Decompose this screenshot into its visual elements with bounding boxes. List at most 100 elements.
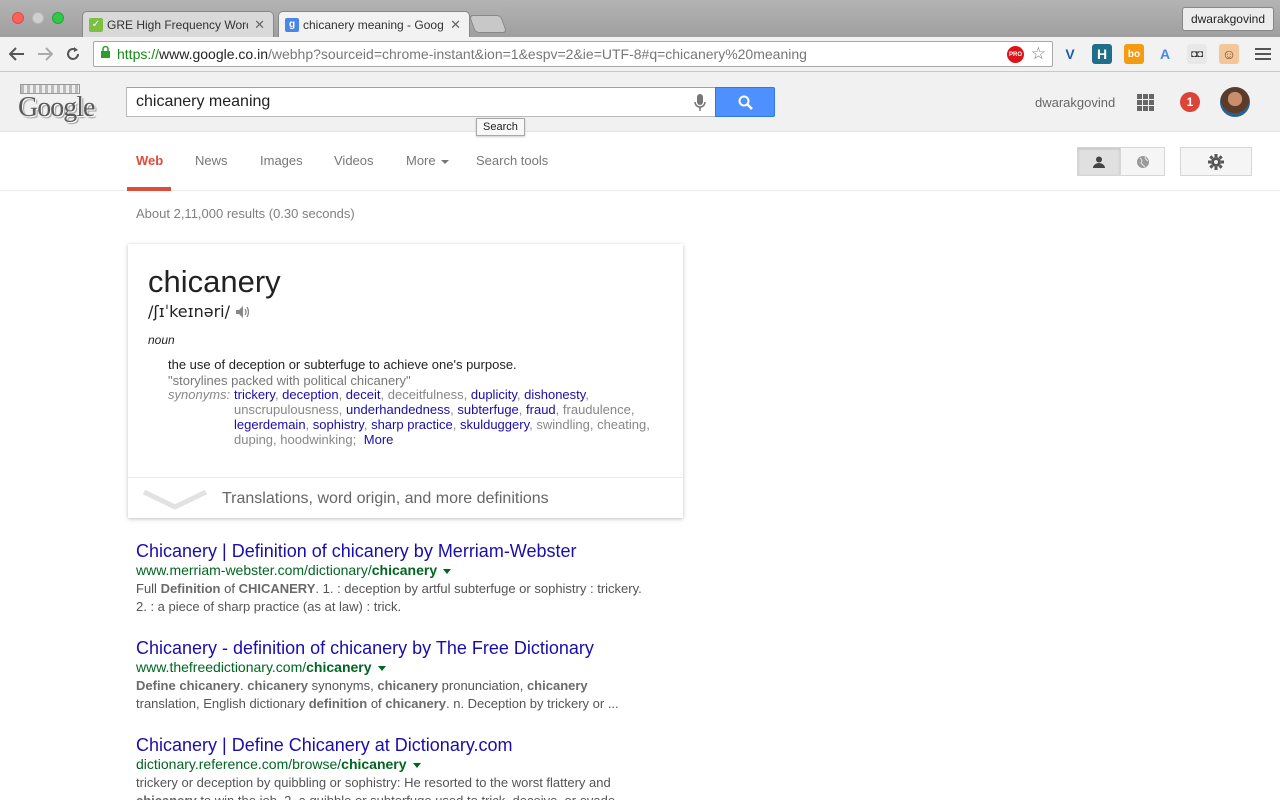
address-bar[interactable]: https://www.google.co.in/webhp?sourceid=… — [93, 41, 1053, 67]
tab-web[interactable]: Web — [136, 153, 163, 168]
browser-tab-gre[interactable]: ✓ GRE High Frequency Word ✕ — [82, 11, 274, 37]
search-button[interactable] — [715, 87, 775, 117]
url-path: /webhp?sourceid=chrome-instant&ion=1&esp… — [267, 46, 807, 62]
pro-extension-icon[interactable]: PRO — [1007, 46, 1024, 63]
url-menu-caret-icon[interactable] — [412, 762, 421, 768]
more-synonyms-link[interactable]: More — [364, 432, 394, 447]
synonym-link[interactable]: fraud — [526, 402, 556, 417]
notifications-badge[interactable]: 1 — [1180, 92, 1200, 112]
part-of-speech: noun — [148, 333, 175, 347]
synonym-text: fraudulence — [562, 402, 631, 417]
result-url: www.merriam-webster.com/dictionary/chica… — [136, 562, 696, 579]
face-ext-icon[interactable]: ☺ — [1219, 44, 1239, 64]
glasses-ext-icon[interactable]: ◘◘ — [1187, 44, 1207, 64]
synonyms-label: synonyms: — [168, 387, 231, 402]
avatar[interactable] — [1220, 87, 1250, 117]
synonym-link[interactable]: duplicity — [471, 387, 517, 402]
window-minimize-button[interactable] — [32, 12, 44, 24]
browser-tab-google[interactable]: g chicanery meaning - Googl ✕ — [278, 11, 470, 37]
settings-button[interactable] — [1180, 147, 1252, 176]
translate-ext-icon[interactable]: A — [1155, 44, 1175, 64]
synonym-text: swindling — [536, 417, 590, 432]
usage-example: "storylines packed with political chican… — [168, 373, 411, 388]
globe-icon — [1136, 155, 1149, 168]
person-icon — [1093, 156, 1105, 168]
result-url: www.thefreedictionary.com/chicanery — [136, 659, 696, 676]
url-host: www.google.co.in — [159, 46, 268, 62]
synonym-link[interactable]: skulduggery — [460, 417, 529, 432]
chrome-menu-icon[interactable] — [1255, 45, 1271, 61]
search-result: Chicanery | Define Chicanery at Dictiona… — [136, 734, 696, 800]
back-arrow-icon — [9, 47, 24, 61]
synonym-link[interactable]: dishonesty — [524, 387, 585, 402]
google-favicon-icon: g — [285, 17, 299, 32]
synonym-text: deceitfulness — [387, 387, 464, 402]
search-result: Chicanery - definition of chicanery by T… — [136, 637, 696, 713]
new-tab-button[interactable] — [468, 15, 508, 33]
result-title-link[interactable]: Chicanery | Define Chicanery at Dictiona… — [136, 734, 696, 756]
browser-toolbar: https://www.google.co.in/webhp?sourceid=… — [0, 37, 1280, 72]
reload-icon — [67, 47, 79, 60]
synonym-text: cheating — [597, 417, 647, 432]
tab-close-icon[interactable]: ✕ — [450, 17, 461, 33]
synonyms: synonyms: trickery, deception, deceit, d… — [168, 387, 668, 447]
result-title-link[interactable]: Chicanery | Definition of chicanery by M… — [136, 540, 696, 562]
apps-grid-icon[interactable] — [1137, 94, 1154, 111]
tab-more[interactable]: More — [406, 153, 449, 168]
search-query: chicanery meaning — [136, 93, 271, 110]
google-doodle-logo[interactable]: Google — [16, 84, 102, 124]
synonym-link[interactable]: sharp practice — [371, 417, 453, 432]
search-tooltip: Search — [476, 118, 525, 136]
synonym-text: duping — [234, 432, 274, 447]
speaker-icon[interactable] — [235, 305, 251, 319]
forward-button[interactable] — [34, 42, 56, 66]
synonym-text: unscrupulousness — [234, 402, 339, 417]
checkmark-favicon-icon: ✓ — [89, 17, 103, 32]
result-stats: About 2,11,000 results (0.30 seconds) — [136, 206, 355, 221]
search-input[interactable]: chicanery meaning — [126, 87, 716, 117]
search-nav: Web News Images Videos More Search tools — [0, 133, 1280, 191]
synonym-link[interactable]: sophistry — [313, 417, 364, 432]
synonym-link[interactable]: legerdemain — [234, 417, 306, 432]
result-snippet: Define chicanery. chicanery synonyms, ch… — [136, 678, 619, 711]
window-maximize-button[interactable] — [52, 12, 64, 24]
synonym-link[interactable]: deceit — [346, 387, 381, 402]
more-definitions-text: Translations, word origin, and more defi… — [222, 490, 549, 507]
tab-news[interactable]: News — [195, 153, 228, 168]
url-menu-caret-icon[interactable] — [377, 665, 386, 671]
bo-ext-icon[interactable]: bo — [1124, 44, 1144, 64]
back-button[interactable] — [6, 42, 28, 66]
result-url: dictionary.reference.com/browse/chicaner… — [136, 756, 696, 773]
synonym-link[interactable]: trickery — [234, 387, 275, 402]
tab-strip: ✓ GRE High Frequency Word ✕ g chicanery … — [0, 0, 1280, 37]
result-title-link[interactable]: Chicanery - definition of chicanery by T… — [136, 637, 696, 659]
personal-results-button[interactable] — [1078, 148, 1121, 175]
gear-icon — [1208, 153, 1224, 170]
tab-images[interactable]: Images — [260, 153, 303, 168]
lock-icon — [100, 45, 111, 62]
search-result: Chicanery | Definition of chicanery by M… — [136, 540, 696, 616]
more-definitions-expander[interactable]: Translations, word origin, and more defi… — [128, 477, 683, 518]
h-ext-icon[interactable]: H — [1092, 44, 1112, 64]
dictionary-word: chicanery — [148, 264, 281, 299]
synonym-link[interactable]: underhandedness — [346, 402, 450, 417]
url-menu-caret-icon[interactable] — [443, 568, 452, 574]
reload-button[interactable] — [62, 42, 84, 66]
profile-button[interactable]: dwarakgovind — [1181, 7, 1274, 31]
microphone-icon[interactable] — [693, 93, 707, 113]
search-tools-button[interactable]: Search tools — [476, 153, 548, 168]
caret-down-icon — [440, 159, 449, 164]
vimeo-ext-icon[interactable]: V — [1060, 44, 1080, 64]
forward-arrow-icon — [38, 47, 53, 61]
google-username[interactable]: dwarakgovind — [1035, 95, 1115, 110]
synonym-link[interactable]: subterfuge — [457, 402, 518, 417]
bookmark-star-icon[interactable]: ☆ — [1031, 44, 1046, 64]
tab-close-icon[interactable]: ✕ — [254, 17, 265, 33]
results-scope-toggle — [1077, 147, 1165, 176]
global-results-button[interactable] — [1121, 148, 1164, 175]
tab-videos[interactable]: Videos — [334, 153, 374, 168]
result-snippet: trickery or deception by quibbling or so… — [136, 775, 619, 800]
window-close-button[interactable] — [12, 12, 24, 24]
synonym-link[interactable]: deception — [282, 387, 338, 402]
active-tab-indicator — [127, 187, 171, 191]
